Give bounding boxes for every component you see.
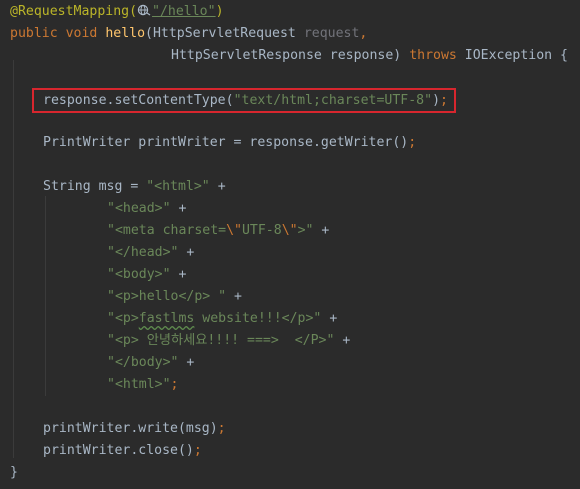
code-line-concat-meta[interactable]: "<meta charset=\"UTF-8\">" + [107, 220, 329, 242]
exception-type: IOException { [456, 48, 568, 63]
plus-operator: + [170, 267, 187, 282]
comma-token: , [359, 26, 368, 41]
param-type-response: HttpServletResponse response) [171, 48, 410, 63]
code-line-get-writer[interactable]: PrintWriter printWriter = response.getWr… [43, 132, 416, 154]
plus-operator: + [226, 289, 242, 304]
string-literal: "<html>" [107, 377, 171, 392]
code-line-concat-hello[interactable]: "<p>hello</p> " + [107, 286, 242, 308]
code-line-method-signature[interactable]: public void hello(HttpServletRequest req… [10, 23, 367, 45]
method-name[interactable]: hello [105, 26, 145, 41]
code-line-concat-website[interactable]: "<p>fastlms website!!!</p>" + [107, 308, 337, 330]
closing-brace: } [10, 465, 18, 480]
write-call: printWriter.write(msg) [43, 421, 218, 436]
plus-operator: + [178, 355, 195, 370]
string-literal: "</head>" [107, 245, 179, 260]
plus-operator: + [170, 201, 187, 216]
string-literal: "<p> [107, 311, 139, 326]
string-literal: "<p> 안녕하세요!!!! ===> </P>" [107, 333, 335, 348]
print-writer-declaration: PrintWriter printWriter = response.getWr… [43, 135, 409, 150]
code-line-concat-body[interactable]: "<body>" + [107, 264, 186, 286]
semicolon-token: ; [217, 421, 226, 436]
string-literal: "<html>" [146, 179, 210, 194]
plus-operator: + [313, 223, 330, 238]
string-literal: "<head>" [107, 201, 171, 216]
semicolon-token: ; [193, 443, 202, 458]
code-line-concat-body-close[interactable]: "</body>" + [107, 352, 194, 374]
string-literal: UTF-8 [241, 223, 282, 238]
msg-declaration: String msg = [43, 179, 147, 194]
indent-guide-string-concat [45, 196, 46, 396]
code-line-closing-brace[interactable]: } [10, 462, 18, 484]
semicolon-token: ; [408, 135, 417, 150]
keyword-public: public [10, 26, 58, 41]
string-literal: "</body>" [107, 355, 179, 370]
plus-operator: + [209, 179, 226, 194]
code-editor[interactable]: @RequestMapping( "/hello") public void he… [0, 0, 580, 489]
string-literal: "<body>" [107, 267, 171, 282]
unused-param-request: request [303, 26, 360, 41]
escape-sequence: \" [226, 223, 242, 238]
globe-icon[interactable] [137, 4, 151, 16]
code-line-close[interactable]: printWriter.close(); [43, 440, 202, 462]
code-line-concat-head-close[interactable]: "</head>" + [107, 242, 194, 264]
red-highlight-box [32, 88, 456, 113]
annotation-close: ) [215, 4, 224, 19]
typo-underlined-word[interactable]: fastlms [139, 311, 195, 326]
close-call: printWriter.close() [43, 443, 194, 458]
url-string-link[interactable]: "/hello" [152, 4, 216, 19]
plus-operator: + [321, 311, 338, 326]
code-line-method-signature-cont[interactable]: HttpServletResponse response) throws IOE… [171, 45, 568, 67]
param-type-request: (HttpServletRequest [145, 26, 304, 41]
code-line-msg-declaration[interactable]: String msg = "<html>" + [43, 176, 226, 198]
plus-operator: + [334, 333, 351, 348]
code-line-concat-head[interactable]: "<head>" + [107, 198, 186, 220]
string-literal: "<p>hello</p> " [107, 289, 227, 304]
escape-sequence: \" [281, 223, 298, 238]
code-line-annotation[interactable]: @RequestMapping( "/hello") [10, 1, 224, 23]
string-literal: website!!!</p>" [194, 311, 322, 326]
indent-guide-method [13, 60, 14, 458]
annotation-token: @RequestMapping( [10, 4, 138, 19]
semicolon-token: ; [170, 377, 179, 392]
keyword-throws: throws [409, 48, 457, 63]
code-line-concat-greeting[interactable]: "<p> 안녕하세요!!!! ===> </P>" + [107, 330, 350, 352]
string-literal: "<meta charset= [107, 223, 227, 238]
keyword-void: void [65, 26, 98, 41]
code-line-write[interactable]: printWriter.write(msg); [43, 418, 226, 440]
plus-operator: + [178, 245, 195, 260]
string-literal: >" [297, 223, 314, 238]
code-line-concat-html-close[interactable]: "<html>"; [107, 374, 178, 396]
